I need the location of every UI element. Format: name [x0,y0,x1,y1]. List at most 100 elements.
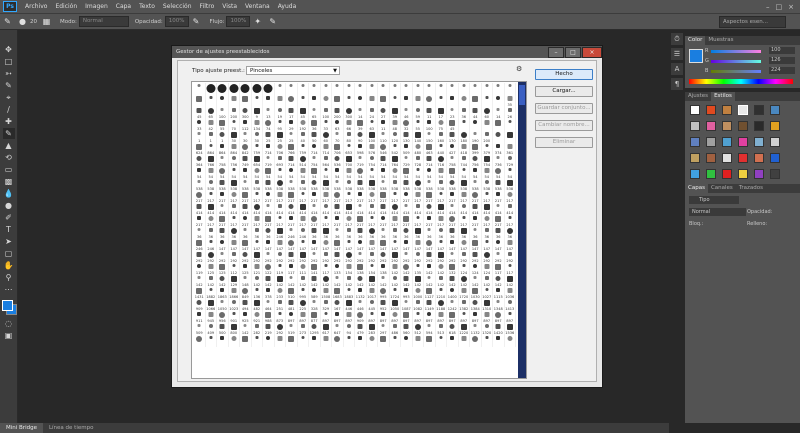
brush-preset[interactable]: 654 [252,155,263,167]
brush-preset[interactable]: 219 [263,323,275,335]
style-swatch[interactable] [769,121,780,131]
brush-preset[interactable]: 54 [286,167,298,179]
pressure-size-icon[interactable]: ✎ [267,16,278,27]
brush-preset[interactable] [436,83,447,95]
brush-preset[interactable] [505,119,516,131]
brush-preset[interactable]: 1310 [482,299,493,311]
brush-preset[interactable] [194,83,206,95]
brush-preset[interactable] [390,83,401,95]
brush-preset[interactable]: 512 [413,323,424,335]
brush-preset[interactable]: 74 [263,119,275,131]
brush-preset[interactable]: 217 [424,191,436,203]
brush-preset[interactable] [413,95,424,107]
brush-preset[interactable]: 54 [493,167,505,179]
brush-preset[interactable]: 706 [275,143,286,155]
brush-preset[interactable]: 36 [206,227,217,239]
brush-preset[interactable]: 653 [344,143,355,155]
dialog-maximize-icon[interactable]: □ [565,46,581,58]
brush-preset[interactable] [436,95,447,107]
brush-preset[interactable]: 147 [355,239,367,251]
brush-preset[interactable] [447,83,459,95]
style-swatch[interactable] [737,105,748,115]
brush-preset[interactable]: 121 [252,263,263,275]
brush-preset[interactable] [355,335,367,347]
brush-preset[interactable]: 897 [390,311,401,323]
brush-preset[interactable]: 758 [447,155,459,167]
brush-preset[interactable]: 292 [217,251,229,263]
brush-preset[interactable] [321,335,332,347]
brush-preset[interactable]: 901 [229,311,240,323]
brush-preset[interactable]: 147 [378,239,390,251]
brush-preset[interactable] [482,119,493,131]
brush-preset[interactable]: 538 [275,179,286,191]
brush-preset[interactable]: 538 [470,179,482,191]
brush-preset[interactable]: 135 [413,263,424,275]
brush-preset[interactable]: 513 [436,323,447,335]
brush-preset[interactable]: 36 [217,227,229,239]
brush-preset[interactable] [321,83,332,95]
brush-preset[interactable]: 589 [309,287,321,299]
brush-preset[interactable]: 754 [367,155,378,167]
brush-preset[interactable]: 132 [447,263,459,275]
tab-styles[interactable]: Estilos [711,92,735,101]
brush-preset[interactable]: 147 [505,239,516,251]
brush-preset[interactable]: 25 [275,131,286,143]
brush-preset[interactable]: 225 [298,299,309,311]
brush-preset[interactable]: 36 [470,227,482,239]
brush-preset[interactable]: 24 [367,107,378,119]
brush-preset[interactable]: 13 [263,107,275,119]
airbrush-icon[interactable]: ✦ [252,16,263,27]
brush-preset[interactable]: 598 [355,143,367,155]
tab-adjustments[interactable]: Ajustes [685,92,711,101]
brush-preset[interactable]: 36 [252,227,263,239]
brush-preset[interactable] [413,83,424,95]
brush-preset[interactable] [252,335,263,347]
brush-preset[interactable]: 120 [390,131,401,143]
brush-preset[interactable] [493,131,505,143]
brush-preset[interactable] [240,95,252,107]
brush-preset[interactable]: 766 [286,143,298,155]
brush-preset[interactable]: 147 [240,239,252,251]
brush-preset[interactable]: 100 [424,119,436,131]
style-swatch[interactable] [721,169,732,179]
brush-preset[interactable]: 217 [252,215,263,227]
brush-preset[interactable]: 693 [275,155,286,167]
brush-preset[interactable]: 361 [505,143,516,155]
brush-picker-icon[interactable]: ● [17,16,28,27]
brush-preset[interactable]: 54 [470,167,482,179]
screen-mode-icon[interactable]: ▣ [3,330,15,341]
brush-preset[interactable]: 124 [482,263,493,275]
brush-preset[interactable]: 54 [252,167,263,179]
brush-preset[interactable]: 147 [252,239,263,251]
brush-preset[interactable] [332,83,344,95]
tab-timeline[interactable]: Línea de tiempo [43,423,100,433]
brush-preset[interactable]: 217 [206,191,217,203]
brush-preset[interactable]: 764 [390,155,401,167]
brush-preset[interactable]: 142 [390,275,401,287]
brush-preset[interactable]: 897 [470,311,482,323]
menu-ventana[interactable]: Ventana [241,3,274,10]
brush-preset[interactable] [493,335,505,347]
brush-preset[interactable]: 94 [344,323,355,335]
brush-preset[interactable]: 100 [321,107,332,119]
menu-filtro[interactable]: Filtro [196,3,219,10]
brush-preset[interactable]: 60 [321,131,332,143]
foreground-color-swatch[interactable] [1,300,13,311]
brush-preset[interactable]: 217 [309,191,321,203]
brush-preset[interactable]: 117 [321,263,332,275]
brush-preset[interactable] [505,83,516,95]
brush-preset[interactable]: 11 [424,107,436,119]
layers-kind-filter[interactable]: Tipo [689,196,739,204]
brush-preset[interactable] [424,95,436,107]
brush-preset[interactable]: 36 [309,119,321,131]
brush-preset[interactable]: 217 [229,191,240,203]
brush-preset[interactable]: 897 [424,311,436,323]
brush-preset[interactable] [493,83,505,95]
brush-preset[interactable]: 1348 [493,299,505,311]
brush-preset[interactable] [217,95,229,107]
brush-preset[interactable]: 147 [390,239,401,251]
brush-preset[interactable]: 1320 [482,323,493,335]
brush-preset[interactable]: 1400 [447,287,459,299]
brush-preset[interactable]: 147 [424,239,436,251]
color-b-slider[interactable] [711,70,761,73]
